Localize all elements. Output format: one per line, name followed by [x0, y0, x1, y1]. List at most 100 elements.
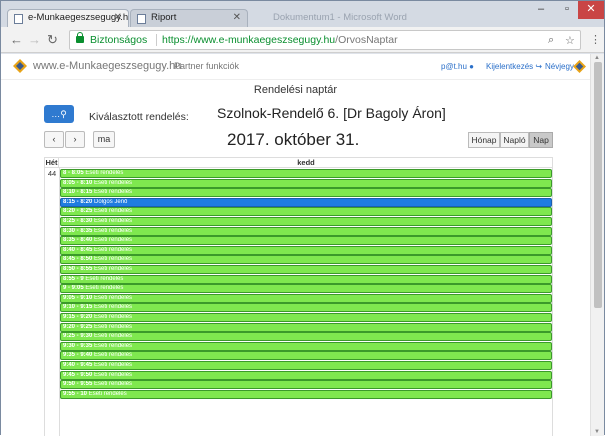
event-time: 8:55 - 9	[63, 275, 84, 282]
view-log-button[interactable]: Napló	[500, 132, 529, 148]
minimize-icon[interactable]: –	[528, 1, 554, 19]
tab-strip: e-Munkaegeszsegugy.hu ✕ Riport ✕ Dokumen…	[1, 1, 604, 27]
maximize-icon[interactable]: ▫	[554, 1, 580, 19]
calendar-event[interactable]: 9:35 - 9:40 Eseti rendelés	[60, 351, 552, 361]
event-title: Eseti rendelés	[94, 304, 133, 311]
brand-link[interactable]: www.e-Munkaegeszsegugy.hu	[33, 60, 181, 72]
bookmark-star-icon[interactable]: ☆	[565, 34, 575, 47]
calendar-event[interactable]: 9:55 - 10 Eseti rendelés	[60, 389, 552, 399]
tab-e-munkaegeszsegugy[interactable]: e-Munkaegeszsegugy.hu ✕	[7, 9, 129, 27]
chevron-right-icon: ›	[73, 134, 77, 144]
vertical-scrollbar[interactable]: ▲ ▼	[590, 54, 604, 436]
scroll-down-icon[interactable]: ▼	[594, 429, 600, 435]
calendar-event[interactable]: 9:50 - 9:55 Eseti rendelés	[60, 380, 552, 390]
calendar-event[interactable]: 8:55 - 9 Eseti rendelés	[60, 274, 552, 284]
event-time: 9:15 - 9:20	[63, 314, 93, 320]
event-time: 8:20 - 8:25	[63, 208, 93, 215]
event-time: 9:10 - 9:15	[63, 304, 93, 311]
prev-button[interactable]: ‹	[44, 131, 64, 148]
directory-logo-icon	[573, 60, 586, 73]
event-title: Eseti rendelés	[85, 170, 124, 176]
partner-menu-link[interactable]: Partner funkciók	[174, 61, 239, 71]
site-navbar: www.e-Munkaegeszsegugy.hu Partner funkci…	[1, 54, 590, 80]
event-title: Eseti rendelés	[88, 390, 127, 397]
calendar-event[interactable]: 9:10 - 9:15 Eseti rendelés	[60, 303, 552, 313]
event-title: Eseti rendelés	[94, 294, 133, 301]
directory-label: Névjegy	[545, 62, 574, 71]
calendar-event[interactable]: 8:10 - 8:15 Eseti rendelés	[60, 188, 552, 198]
zoom-icon[interactable]: ⌕	[548, 34, 554, 47]
calendar-event[interactable]: 9:25 - 9:30 Eseti rendelés	[60, 332, 552, 342]
next-button[interactable]: ›	[65, 131, 85, 148]
close-window-icon[interactable]: ✕	[578, 1, 604, 19]
calendar-event[interactable]: 8:40 - 8:45 Eseti rendelés	[60, 245, 552, 255]
event-time: 9 - 9:05	[63, 285, 84, 292]
event-title: Eseti rendelés	[94, 246, 133, 253]
date-title: 2017. október 31.	[227, 130, 360, 149]
calendar-event[interactable]: 9:20 - 9:25 Eseti rendelés	[60, 322, 552, 332]
event-time: 8:35 - 8:40	[63, 237, 93, 244]
calendar-event[interactable]: 8:50 - 8:55 Eseti rendelés	[60, 265, 552, 274]
calendar-event[interactable]: 9:40 - 9:45 Eseti rendelés	[60, 361, 552, 370]
view-month-button[interactable]: Hónap	[468, 132, 500, 148]
calendar-event[interactable]: 8 - 8:05 Eseti rendelés	[60, 169, 552, 178]
page-icon	[137, 14, 146, 24]
event-title: Eseti rendelés	[94, 218, 133, 224]
calendar-event[interactable]: 9:15 - 9:20 Eseti rendelés	[60, 313, 552, 322]
event-title: Eseti rendelés	[94, 314, 133, 320]
menu-icon[interactable]: ⋮	[590, 33, 601, 46]
calendar-event[interactable]: 9:30 - 9:35 Eseti rendelés	[60, 341, 552, 351]
tab-riport[interactable]: Riport ✕	[130, 9, 248, 27]
event-time: 9:25 - 9:30	[63, 333, 93, 340]
calendar-event[interactable]: 8:05 - 8:10 Eseti rendelés	[60, 178, 552, 188]
event-title: Eseti rendelés	[94, 179, 133, 186]
calendar-event[interactable]: 8:30 - 8:35 Eseti rendelés	[60, 226, 552, 236]
reload-icon[interactable]: ↻	[47, 33, 58, 46]
scroll-up-icon[interactable]: ▲	[594, 55, 600, 61]
event-title: Eseti rendelés	[94, 237, 133, 244]
today-button[interactable]: ma	[93, 131, 115, 148]
scrollbar-thumb[interactable]	[594, 62, 602, 308]
calendar-event[interactable]: 8:35 - 8:40 Eseti rendelés	[60, 236, 552, 246]
event-title: Eseti rendelés	[94, 256, 133, 263]
week-number: 44	[47, 169, 57, 178]
calendar-event[interactable]: 8:15 - 8:20 Dolgos Jenő	[60, 197, 552, 207]
event-time: 9:55 - 10	[63, 390, 88, 397]
close-tab-icon[interactable]: ✕	[114, 12, 122, 23]
selected-label: Kiválasztott rendelés:	[89, 111, 189, 123]
logout-label: Kijelentkezés	[486, 62, 534, 71]
event-title: Eseti rendelés	[94, 266, 133, 272]
logout-link[interactable]: Kijelentkezés ↪	[486, 62, 542, 71]
url-domain: https://www.e-munkaegeszsegugy.hu	[162, 34, 336, 46]
back-icon[interactable]: ←	[10, 33, 23, 46]
day-header: kedd	[59, 158, 553, 168]
site-logo-icon[interactable]	[13, 59, 27, 73]
calendar-event[interactable]: 8:25 - 8:30 Eseti rendelés	[60, 217, 552, 226]
search-button[interactable]: …⚲	[44, 105, 74, 123]
event-title: Eseti rendelés	[94, 333, 133, 340]
event-title: Eseti rendelés	[85, 285, 124, 292]
user-link[interactable]: p@t.hu ●	[441, 62, 474, 71]
close-tab-icon[interactable]: ✕	[233, 12, 241, 23]
event-time: 9:30 - 9:35	[63, 342, 93, 349]
calendar-event[interactable]: 8:20 - 8:25 Eseti rendelés	[60, 207, 552, 217]
event-time: 8:05 - 8:10	[63, 179, 93, 186]
view-day-button[interactable]: Nap	[529, 132, 553, 148]
calendar-event[interactable]: 9 - 9:05 Eseti rendelés	[60, 284, 552, 294]
calendar-event[interactable]: 9:45 - 9:50 Eseti rendelés	[60, 370, 552, 380]
event-title: Eseti rendelés	[85, 275, 124, 282]
event-time: 9:45 - 9:50	[63, 371, 93, 378]
directory-link[interactable]: Névjegy	[545, 62, 574, 71]
week-header: Hét	[45, 158, 59, 168]
calendar-event[interactable]: 9:05 - 9:10 Eseti rendelés	[60, 293, 552, 303]
event-title: Eseti rendelés	[94, 362, 133, 368]
url-text[interactable]: https://www.e-munkaegeszsegugy.hu/OrvosN…	[162, 34, 398, 46]
tab-title: Riport	[151, 12, 177, 23]
event-time: 9:40 - 9:45	[63, 362, 93, 368]
event-title: Dolgos Jenő	[94, 198, 128, 205]
forward-icon[interactable]: →	[28, 33, 41, 46]
address-bar[interactable]: Biztonságos https://www.e-munkaegeszsegu…	[69, 30, 581, 50]
calendar-event[interactable]: 8:45 - 8:50 Eseti rendelés	[60, 255, 552, 265]
page-icon	[14, 14, 23, 24]
browser-window: e-Munkaegeszsegugy.hu ✕ Riport ✕ Dokumen…	[0, 0, 605, 436]
